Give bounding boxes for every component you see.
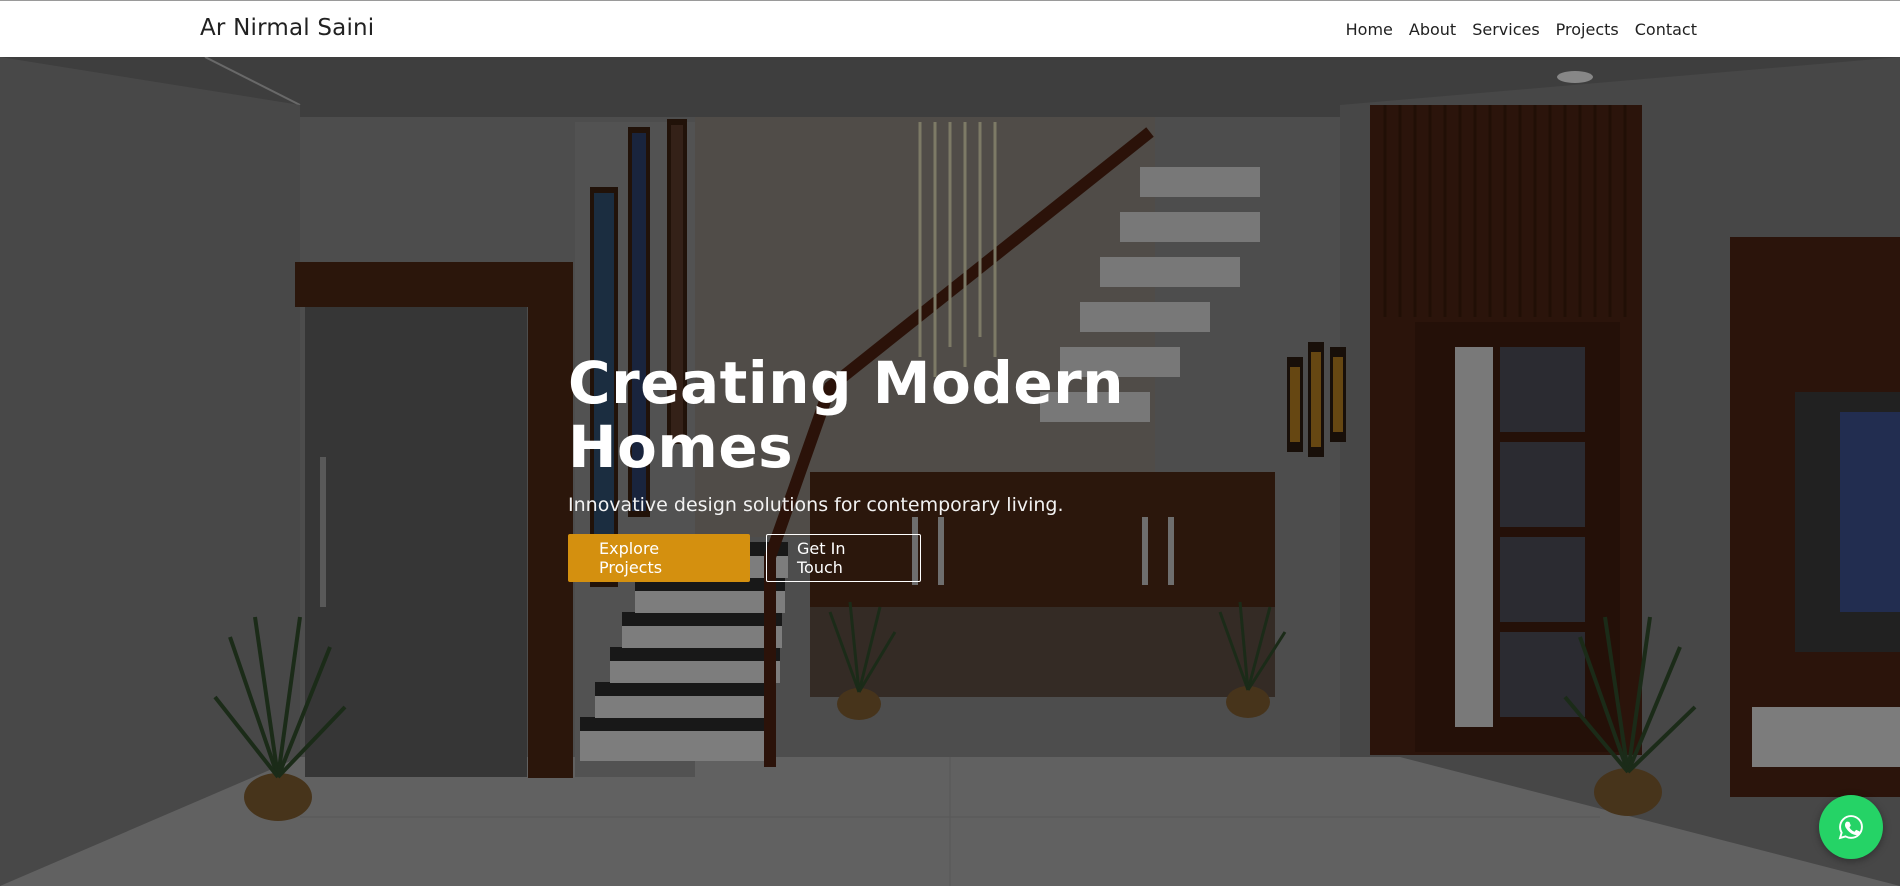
nav-link-home[interactable]: Home	[1338, 20, 1401, 39]
hero-content: Creating Modern Homes Innovative design …	[568, 349, 1328, 582]
get-in-touch-button[interactable]: Get In Touch	[766, 533, 921, 582]
explore-projects-button[interactable]: Explore Projects	[568, 533, 750, 582]
whatsapp-icon	[1838, 815, 1863, 840]
nav-link-about[interactable]: About	[1401, 20, 1464, 39]
nav-link-contact[interactable]: Contact	[1627, 20, 1705, 39]
hero-section: Creating Modern Homes Innovative design …	[0, 57, 1900, 886]
hero-buttons: Explore Projects Get In Touch	[568, 533, 1328, 582]
hero-subtitle: Innovative design solutions for contempo…	[568, 493, 1064, 516]
nav-link-projects[interactable]: Projects	[1548, 20, 1627, 39]
navbar: Ar Nirmal Saini Home About Services Proj…	[0, 0, 1900, 57]
hero-title: Creating Modern Homes	[568, 349, 1125, 481]
nav-links: Home About Services Projects Contact	[1338, 20, 1705, 39]
nav-link-services[interactable]: Services	[1464, 20, 1547, 39]
whatsapp-button[interactable]	[1819, 795, 1883, 859]
brand-logo-text[interactable]: Ar Nirmal Saini	[200, 15, 374, 41]
